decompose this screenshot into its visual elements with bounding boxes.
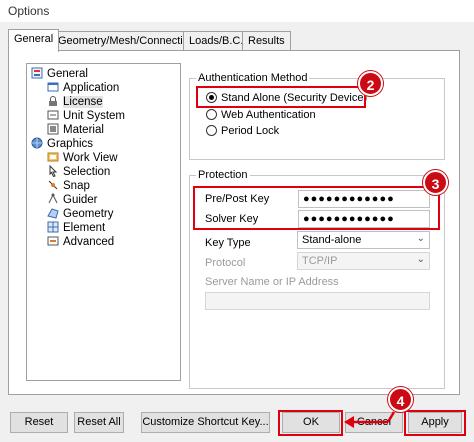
snap-icon (47, 179, 59, 191)
tree-node-selection[interactable]: Selection (47, 164, 110, 179)
solver-key-field[interactable]: ●●●●●●●●●●●● (298, 210, 430, 228)
key-type-label: Key Type (205, 237, 251, 249)
reset-all-button[interactable]: Reset All (74, 412, 124, 433)
chevron-down-icon: ⌄ (416, 233, 425, 244)
radio-dot-icon (206, 92, 217, 103)
tree-node-guider[interactable]: Guider (47, 193, 98, 207)
key-type-select[interactable]: Stand-alone ⌄ (297, 231, 430, 249)
callout-3: 3 (423, 170, 448, 195)
tab-panel: General Application License Unit System (8, 50, 460, 395)
tree-node-graphics[interactable]: Graphics (31, 137, 93, 151)
globe-icon (31, 137, 43, 149)
window-title: Options (8, 4, 50, 18)
protocol-label: Protocol (205, 257, 246, 269)
radio-web-authentication[interactable]: Web Authentication (206, 109, 316, 121)
element-icon (47, 221, 59, 233)
radio-dot-icon (206, 109, 217, 120)
application-icon (47, 81, 59, 93)
radio-stand-alone[interactable]: Stand Alone (Security Device) (206, 92, 367, 104)
authentication-method-legend: Authentication Method (198, 72, 308, 84)
ok-button[interactable]: OK (282, 412, 340, 433)
radio-dot-icon (206, 125, 217, 136)
protocol-select[interactable]: TCP/IP ⌄ (297, 252, 430, 270)
tab-results[interactable]: Results (242, 31, 291, 51)
radio-period-lock[interactable]: Period Lock (206, 125, 279, 137)
prepost-key-label: Pre/Post Key (205, 193, 270, 205)
reset-button[interactable]: Reset (10, 412, 68, 433)
server-name-label: Server Name or IP Address (205, 276, 339, 288)
chevron-down-icon: ⌄ (416, 254, 425, 265)
options-dialog: Options General Geometry/Mesh/Connection… (0, 0, 474, 442)
protection-legend: Protection (198, 169, 248, 181)
material-icon (47, 123, 59, 135)
callout-2: 2 (358, 71, 383, 96)
tree-node-general[interactable]: General (31, 67, 88, 81)
solver-key-label: Solver Key (205, 213, 259, 225)
tree-node-element[interactable]: Element (47, 221, 105, 235)
apply-button[interactable]: Apply (408, 412, 462, 433)
guider-icon (47, 193, 59, 205)
server-name-field[interactable] (205, 292, 430, 310)
advanced-icon (47, 235, 59, 247)
selection-icon (47, 164, 59, 178)
general-settings-icon (31, 67, 43, 79)
unit-system-icon (47, 109, 59, 121)
tree-node-application[interactable]: Application (47, 81, 119, 95)
tree-node-work-view[interactable]: Work View (47, 151, 118, 165)
customize-shortcut-key-button[interactable]: Customize Shortcut Key... (141, 412, 270, 433)
tab-loads-bc[interactable]: Loads/B.C. (183, 31, 250, 51)
tree-node-geometry[interactable]: Geometry (47, 207, 114, 221)
tab-general[interactable]: General (8, 29, 60, 52)
tree-node-material[interactable]: Material (47, 123, 104, 137)
tree-node-license[interactable]: License (47, 95, 103, 109)
lock-icon (47, 95, 59, 107)
tree-node-advanced[interactable]: Advanced (47, 235, 114, 249)
callout-4: 4 (388, 387, 413, 412)
geometry-icon (47, 207, 59, 219)
title-bar: Options (0, 0, 474, 22)
tree-node-snap[interactable]: Snap (47, 179, 90, 193)
prepost-key-field[interactable]: ●●●●●●●●●●●● (298, 190, 430, 208)
work-view-icon (47, 151, 59, 163)
options-tree[interactable]: General Application License Unit System (26, 63, 181, 381)
tree-node-unit-system[interactable]: Unit System (47, 109, 125, 123)
